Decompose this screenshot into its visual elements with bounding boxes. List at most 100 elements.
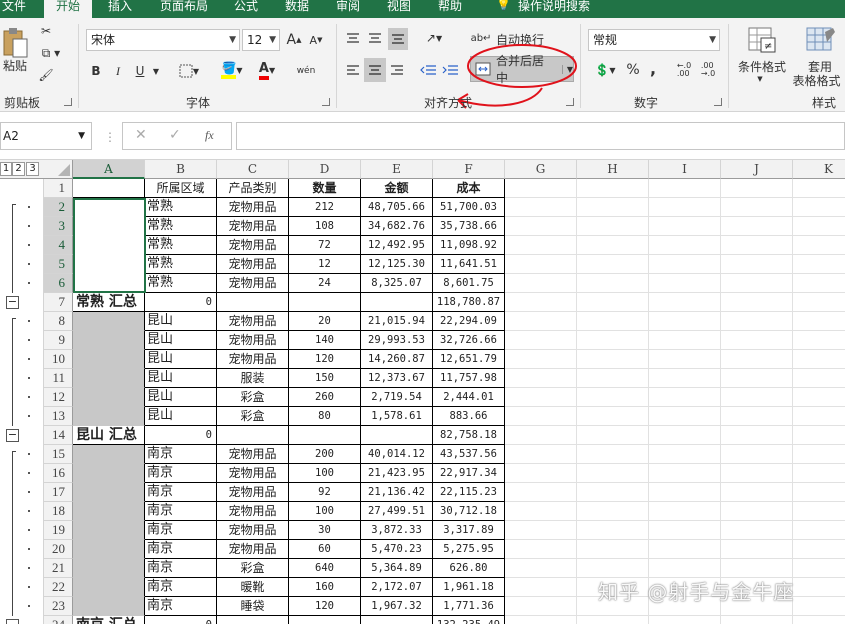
row-header[interactable]: 20 bbox=[44, 540, 73, 559]
cell-b20[interactable]: 南京 bbox=[145, 540, 217, 559]
column-header-a[interactable]: A bbox=[73, 160, 145, 179]
cell-empty[interactable] bbox=[649, 616, 721, 624]
row-header[interactable]: 9 bbox=[44, 331, 73, 350]
cell-c17[interactable]: 宠物用品 bbox=[217, 483, 289, 502]
cell-d23[interactable]: 120 bbox=[289, 597, 361, 616]
cell-empty[interactable] bbox=[793, 426, 845, 445]
cell-c19[interactable]: 宠物用品 bbox=[217, 521, 289, 540]
cell-empty[interactable] bbox=[577, 388, 649, 407]
cell-empty[interactable] bbox=[505, 369, 577, 388]
cell-e9[interactable]: 29,993.53 bbox=[361, 331, 433, 350]
cell-b17[interactable]: 南京 bbox=[145, 483, 217, 502]
select-all-corner[interactable] bbox=[44, 160, 73, 179]
cell-d5[interactable]: 12 bbox=[289, 255, 361, 274]
cell-empty[interactable] bbox=[505, 502, 577, 521]
paste-icon[interactable] bbox=[0, 26, 30, 60]
tab-data[interactable]: 数据 bbox=[285, 0, 309, 14]
row-header[interactable]: 23 bbox=[44, 597, 73, 616]
cell-d11[interactable]: 150 bbox=[289, 369, 361, 388]
cell-e4[interactable]: 12,492.95 bbox=[361, 236, 433, 255]
tab-file[interactable]: 文件 bbox=[2, 0, 26, 14]
cell-e2[interactable]: 48,705.66 bbox=[361, 198, 433, 217]
cell-empty[interactable] bbox=[793, 293, 845, 312]
column-header-j[interactable]: J bbox=[721, 160, 793, 179]
cell-b15[interactable]: 南京 bbox=[145, 445, 217, 464]
cell-b9[interactable]: 昆山 bbox=[145, 331, 217, 350]
cell-d19[interactable]: 30 bbox=[289, 521, 361, 540]
row-header[interactable]: 13 bbox=[44, 407, 73, 426]
cell-e6[interactable]: 8,325.07 bbox=[361, 274, 433, 293]
cell-a12[interactable] bbox=[73, 388, 145, 407]
cell-empty[interactable] bbox=[649, 445, 721, 464]
cell-empty[interactable] bbox=[721, 179, 793, 198]
column-header-i[interactable]: I bbox=[649, 160, 721, 179]
cell-empty[interactable] bbox=[649, 502, 721, 521]
format-painter-icon[interactable]: 🖌 bbox=[36, 66, 56, 84]
cell-empty[interactable] bbox=[505, 236, 577, 255]
cell-d4[interactable]: 72 bbox=[289, 236, 361, 255]
alignment-dialog-launcher[interactable] bbox=[566, 98, 574, 106]
decrease-decimal-icon[interactable]: .00 →.0 bbox=[698, 60, 718, 80]
cell-b1[interactable]: 所属区域 bbox=[145, 179, 217, 198]
cell-empty[interactable] bbox=[649, 274, 721, 293]
cell-empty[interactable] bbox=[793, 198, 845, 217]
row-header[interactable]: 8 bbox=[44, 312, 73, 331]
decrease-font-button[interactable]: A ▼ bbox=[308, 30, 324, 50]
cell-empty[interactable] bbox=[505, 255, 577, 274]
cell-empty[interactable] bbox=[793, 331, 845, 350]
cell-empty[interactable] bbox=[577, 331, 649, 350]
cell-e1[interactable]: 金额 bbox=[361, 179, 433, 198]
increase-font-button[interactable]: A ▲ bbox=[286, 30, 302, 50]
cell-empty[interactable] bbox=[505, 559, 577, 578]
column-header-d[interactable]: D bbox=[289, 160, 361, 179]
cell-empty[interactable] bbox=[577, 179, 649, 198]
cell-f6[interactable]: 8,601.75 bbox=[433, 274, 505, 293]
cell-empty[interactable] bbox=[793, 255, 845, 274]
cell-a5[interactable] bbox=[73, 255, 145, 274]
cell-empty[interactable] bbox=[793, 445, 845, 464]
cell-empty[interactable] bbox=[505, 312, 577, 331]
align-center-icon[interactable] bbox=[364, 58, 386, 82]
cell-empty[interactable] bbox=[505, 445, 577, 464]
cell-empty[interactable] bbox=[505, 407, 577, 426]
tab-view[interactable]: 视图 bbox=[387, 0, 411, 14]
cell-empty[interactable] bbox=[649, 255, 721, 274]
cell-d13[interactable]: 80 bbox=[289, 407, 361, 426]
cell-empty[interactable] bbox=[721, 483, 793, 502]
cell-empty[interactable] bbox=[721, 540, 793, 559]
conditional-format-button[interactable]: 条件格式 bbox=[734, 58, 790, 74]
cell-f1[interactable]: 成本 bbox=[433, 179, 505, 198]
cell-e15[interactable]: 40,014.12 bbox=[361, 445, 433, 464]
row-header[interactable]: 5 bbox=[44, 255, 73, 274]
cell-empty[interactable] bbox=[721, 407, 793, 426]
align-right-icon[interactable] bbox=[388, 60, 406, 80]
cell-empty[interactable] bbox=[649, 350, 721, 369]
row-header[interactable]: 11 bbox=[44, 369, 73, 388]
cell-f16[interactable]: 22,917.34 bbox=[433, 464, 505, 483]
cell-f8[interactable]: 22,294.09 bbox=[433, 312, 505, 331]
cell-b6[interactable]: 常熟 bbox=[145, 274, 217, 293]
cell-f21[interactable]: 626.80 bbox=[433, 559, 505, 578]
cell-f17[interactable]: 22,115.23 bbox=[433, 483, 505, 502]
cell-c21[interactable]: 彩盒 bbox=[217, 559, 289, 578]
cell-a14[interactable]: 昆山 汇总 bbox=[73, 426, 145, 445]
cell-c24[interactable] bbox=[217, 616, 289, 624]
italic-button[interactable]: I bbox=[110, 62, 126, 80]
cell-empty[interactable] bbox=[793, 179, 845, 198]
cell-a10[interactable] bbox=[73, 350, 145, 369]
cell-empty[interactable] bbox=[721, 464, 793, 483]
cell-a3[interactable] bbox=[73, 217, 145, 236]
cell-e24[interactable] bbox=[361, 616, 433, 624]
cell-empty[interactable] bbox=[505, 464, 577, 483]
confirm-icon[interactable]: ✓ bbox=[169, 127, 181, 143]
cell-empty[interactable] bbox=[793, 388, 845, 407]
cell-empty[interactable] bbox=[721, 502, 793, 521]
cell-c1[interactable]: 产品类别 bbox=[217, 179, 289, 198]
cell-empty[interactable] bbox=[649, 521, 721, 540]
cell-empty[interactable] bbox=[721, 255, 793, 274]
cell-empty[interactable] bbox=[649, 293, 721, 312]
cell-f15[interactable]: 43,537.56 bbox=[433, 445, 505, 464]
outline-level-1-button[interactable]: 1 bbox=[0, 162, 12, 176]
row-header[interactable]: 22 bbox=[44, 578, 73, 597]
cell-c4[interactable]: 宠物用品 bbox=[217, 236, 289, 255]
